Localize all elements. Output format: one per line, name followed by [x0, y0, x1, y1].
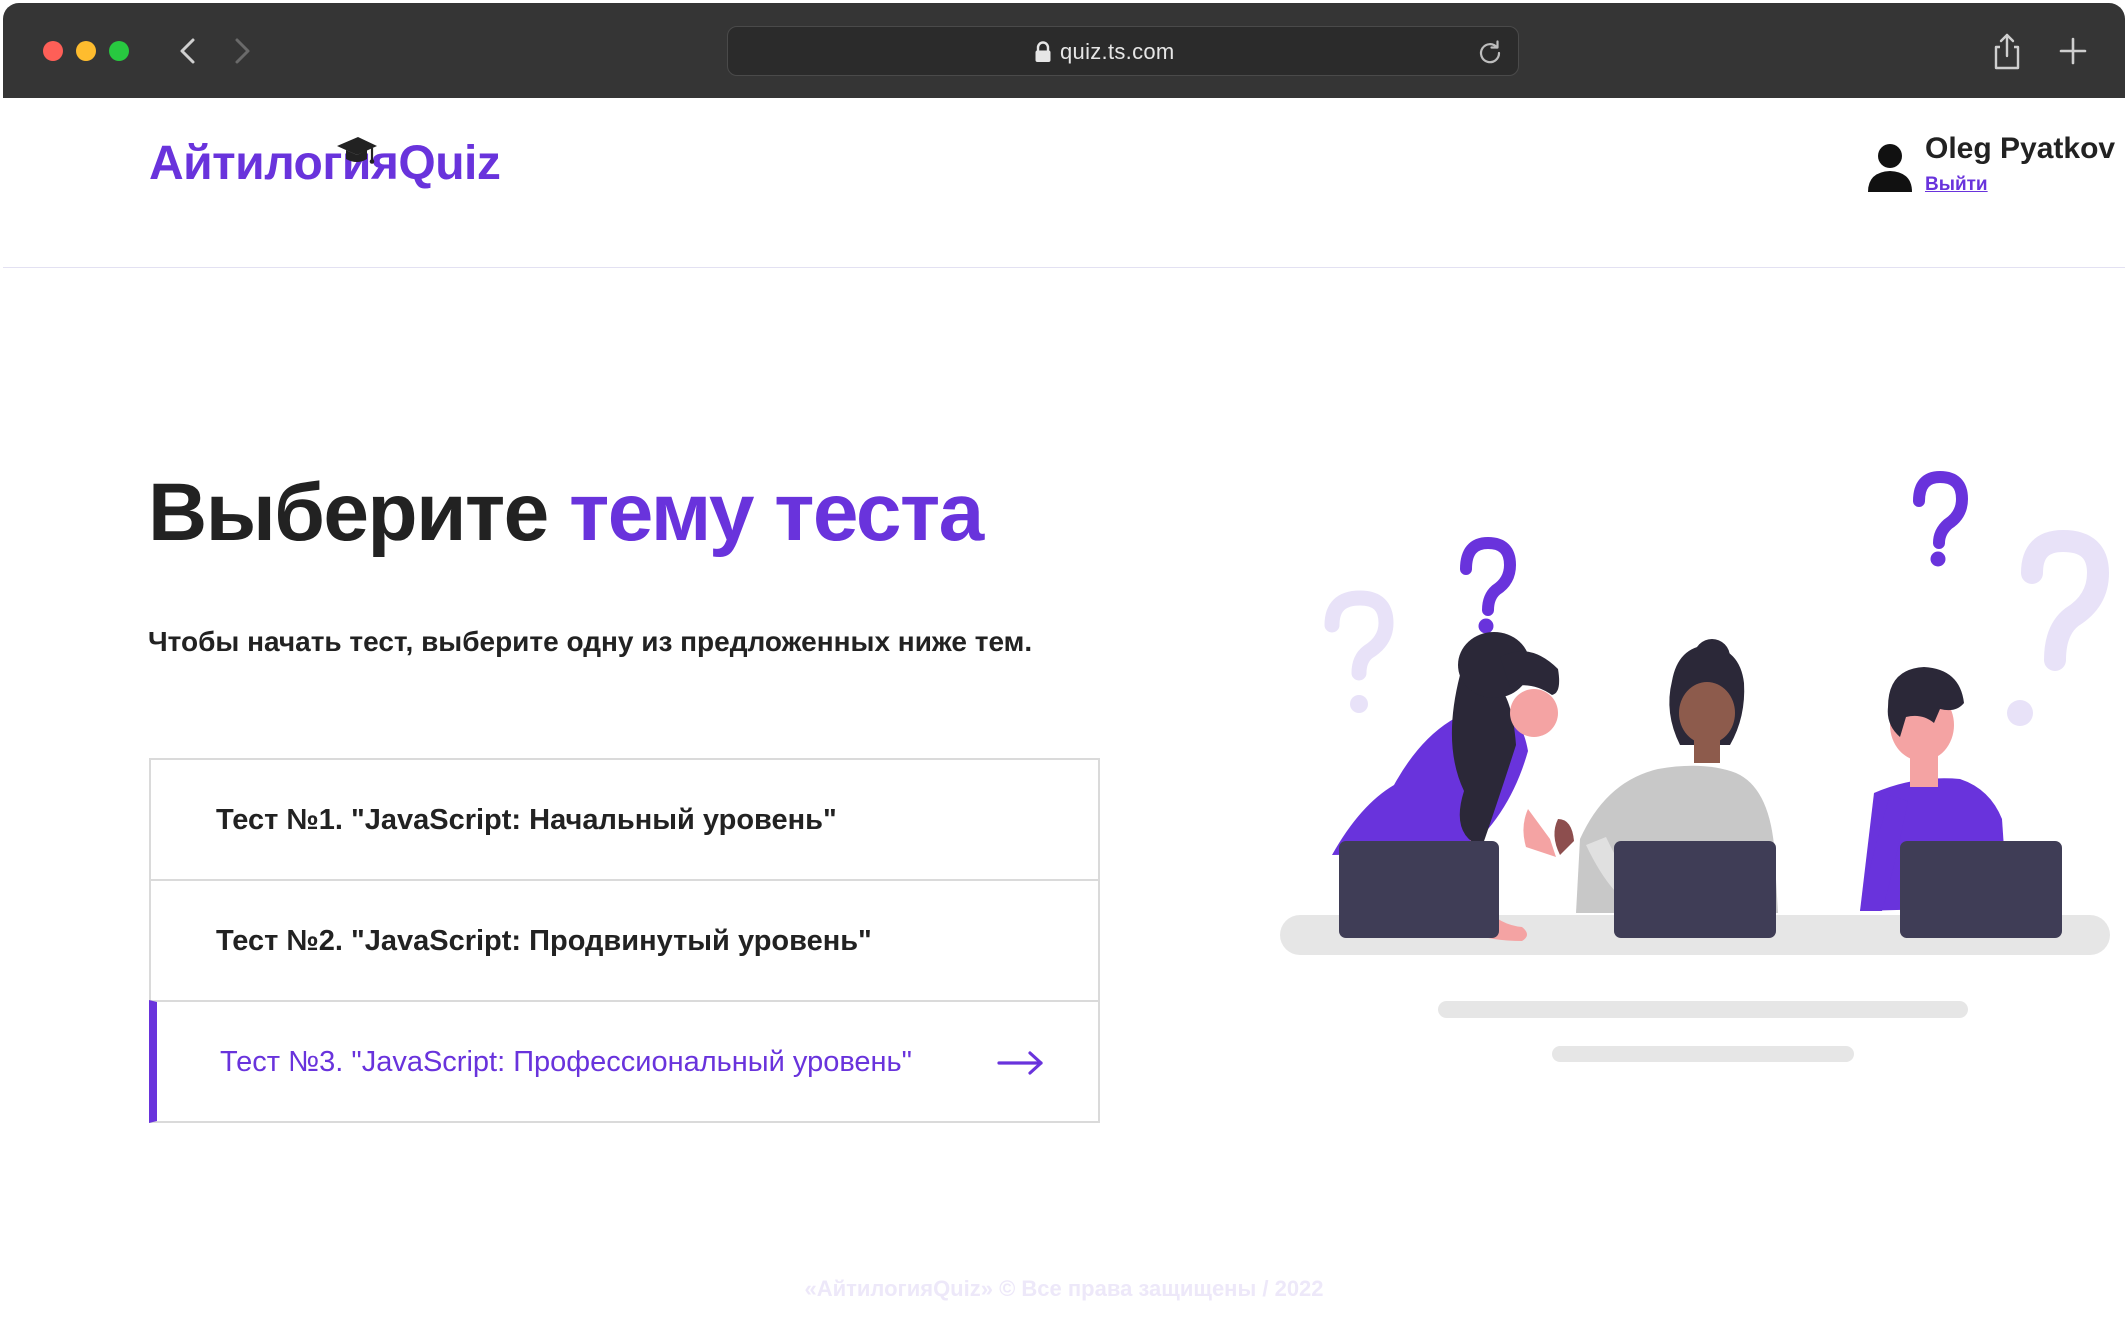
new-tab-icon[interactable]: [2057, 35, 2089, 67]
maximize-window-button[interactable]: [109, 41, 129, 61]
test-list: Тест №1. "JavaScript: Начальный уровень"…: [149, 758, 1100, 1123]
question-mark-icon: [2007, 529, 2110, 726]
url-text: quiz.ts.com: [1060, 39, 1175, 64]
reload-icon[interactable]: [1476, 38, 1504, 66]
test-option-label: Тест №2. "JavaScript: Продвинутый уровен…: [216, 925, 872, 957]
people-with-laptops-illustration: [1280, 470, 2110, 1062]
browser-toolbar: quiz.ts.com: [3, 3, 2125, 98]
test-option-1[interactable]: Тест №1. "JavaScript: Начальный уровень": [149, 758, 1100, 881]
laptop-icon: [1339, 841, 1499, 938]
forward-icon[interactable]: [223, 33, 259, 69]
page-subtitle: Чтобы начать тест, выберите одну из пред…: [148, 626, 1033, 657]
test-option-label: Тест №1. "JavaScript: Начальный уровень": [216, 804, 837, 836]
page-footer: «АйтилогияQuiz» © Все права защищены / 2…: [804, 1276, 1324, 1301]
question-mark-icon: [1460, 536, 1517, 634]
page-title-accent: тему теста: [569, 467, 984, 558]
arrow-right-icon: [997, 1051, 1043, 1075]
user-avatar-icon: [1868, 144, 1912, 192]
test-option-3[interactable]: Тест №3. "JavaScript: Профессиональный у…: [149, 1000, 1100, 1123]
lock-icon: [1035, 41, 1051, 62]
test-option-2[interactable]: Тест №2. "JavaScript: Продвинутый уровен…: [149, 879, 1100, 1002]
laptop-icon: [1900, 841, 2062, 938]
question-mark-icon: [1324, 590, 1394, 713]
question-mark-icon: [1913, 470, 1969, 567]
user-name: Oleg Pyatkov: [1925, 132, 2116, 165]
minimize-window-button[interactable]: [76, 41, 96, 61]
page-title: Выберите тему теста: [148, 466, 984, 560]
page-title-part1: Выберите: [148, 467, 549, 558]
logout-link[interactable]: Выйти: [1925, 174, 1988, 196]
address-bar[interactable]: quiz.ts.com: [727, 26, 1519, 76]
graduation-cap-icon: [337, 137, 377, 164]
back-icon[interactable]: [171, 33, 207, 69]
close-window-button[interactable]: [43, 41, 63, 61]
site-logo[interactable]: АйтилогияQuiz: [149, 136, 501, 191]
test-option-label: Тест №3. "JavaScript: Профессиональный у…: [220, 1046, 912, 1078]
share-icon[interactable]: [1990, 31, 2024, 71]
site-header: АйтилогияQuiz Oleg Pyatkov Выйти: [3, 98, 2125, 268]
laptop-icon: [1614, 841, 1776, 938]
